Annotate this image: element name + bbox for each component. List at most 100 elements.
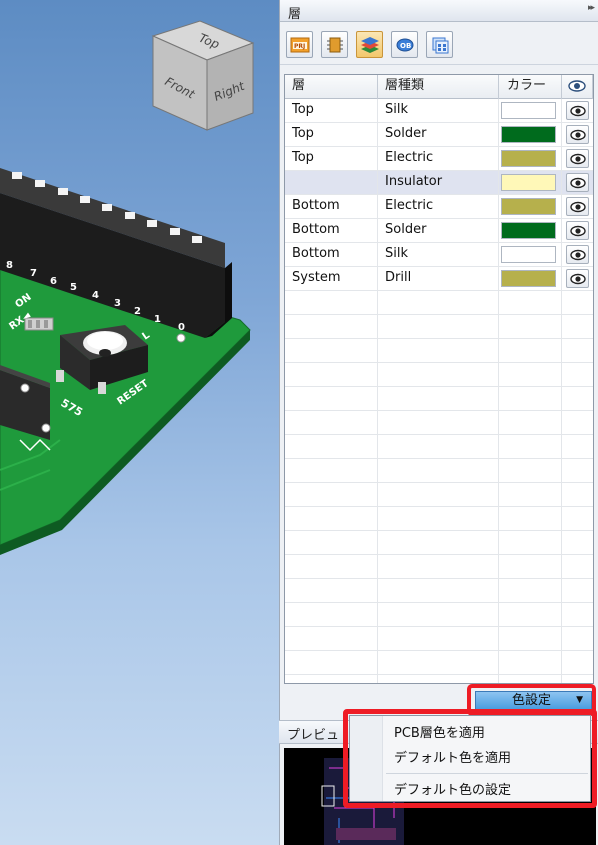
empty-table-row [285,507,593,531]
table-row[interactable]: Top Silk [285,99,593,123]
layers-button[interactable] [356,31,383,58]
empty-cell [285,579,378,603]
row-layer [285,171,378,195]
empty-table-row [285,339,593,363]
table-header: 層 層種類 カラー [285,75,593,99]
row-layer: Top [285,147,378,171]
visibility-toggle[interactable] [566,245,589,264]
color-settings-menu: PCB層色を適用 デフォルト色を適用 デフォルト色の設定 [349,715,591,802]
menu-item-apply-pcb-colors[interactable]: PCB層色を適用 [394,722,485,741]
empty-cell [499,531,562,555]
row-color[interactable] [499,195,562,219]
empty-cell [562,555,593,579]
visibility-toggle[interactable] [566,149,589,168]
table-row[interactable]: Bottom Solder [285,219,593,243]
empty-cell [562,363,593,387]
empty-table-row [285,675,593,683]
empty-cell [499,675,562,683]
empty-cell [285,363,378,387]
header-layer-type[interactable]: 層種類 [378,75,499,99]
table-row[interactable]: Top Solder [285,123,593,147]
table-row[interactable]: System Drill [285,267,593,291]
empty-cell [562,579,593,603]
3d-viewport[interactable]: 8 7 6 5 4 3 2 1 0 RESET RX◄ ON L 575 Top… [0,0,279,845]
prj-button[interactable]: PRJ [286,31,313,58]
row-type: Electric [378,147,499,171]
header-visibility[interactable] [562,75,593,99]
empty-cell [378,291,499,315]
row-visibility [562,267,593,291]
empty-cell [499,579,562,603]
collapse-panel-icon[interactable]: ▸▸ [588,3,595,13]
color-swatch[interactable] [501,270,556,287]
eye-icon [569,129,586,140]
table-row[interactable]: Bottom Silk [285,243,593,267]
header-layer[interactable]: 層 [285,75,378,99]
empty-cell [499,339,562,363]
row-color[interactable] [499,243,562,267]
row-color[interactable] [499,171,562,195]
chip-icon [326,37,343,52]
eye-icon [569,273,586,284]
visibility-toggle[interactable] [566,221,589,240]
dropdown-arrow-icon: ▼ [576,695,583,705]
row-color[interactable] [499,99,562,123]
grid-button[interactable] [426,31,453,58]
color-swatch[interactable] [501,198,556,215]
empty-cell [499,459,562,483]
empty-cell [285,507,378,531]
visibility-toggle[interactable] [566,125,589,144]
empty-table-row [285,411,593,435]
color-swatch[interactable] [501,222,556,239]
color-swatch[interactable] [501,126,556,143]
empty-cell [285,339,378,363]
empty-table-row [285,435,593,459]
color-swatch[interactable] [501,174,556,191]
color-swatch[interactable] [501,102,556,119]
menu-separator [386,773,588,774]
color-settings-button[interactable]: 色設定 ▼ [475,691,592,710]
visibility-toggle[interactable] [566,101,589,120]
row-color[interactable] [499,147,562,171]
svg-text:3: 3 [114,298,121,309]
empty-cell [378,459,499,483]
menu-item-apply-default-colors[interactable]: デフォルト色を適用 [394,747,511,766]
empty-table-row [285,483,593,507]
od-button[interactable]: OB [391,31,418,58]
table-row[interactable]: Insulator [285,171,593,195]
visibility-toggle[interactable] [566,269,589,288]
empty-cell [378,435,499,459]
header-color[interactable]: カラー [499,75,562,99]
color-swatch[interactable] [501,246,556,263]
empty-cell [499,651,562,675]
empty-cell [562,459,593,483]
empty-cell [285,411,378,435]
layer-toolbar: PRJ OB [280,23,598,65]
table-row[interactable]: Bottom Electric [285,195,593,219]
table-row[interactable]: Top Electric [285,147,593,171]
empty-cell [562,603,593,627]
chip-button[interactable] [321,31,348,58]
row-layer: System [285,267,378,291]
view-cube[interactable]: Top Front Right [150,18,279,148]
visibility-toggle[interactable] [566,173,589,192]
empty-table-row [285,579,593,603]
color-swatch[interactable] [501,150,556,167]
row-color[interactable] [499,123,562,147]
empty-cell [378,507,499,531]
empty-table-row [285,459,593,483]
empty-cell [562,507,593,531]
visibility-toggle[interactable] [566,197,589,216]
empty-cell [562,675,593,683]
empty-cell [562,291,593,315]
menu-item-default-color-settings[interactable]: デフォルト色の設定 [394,779,511,798]
empty-cell [499,483,562,507]
empty-table-row [285,651,593,675]
row-color[interactable] [499,267,562,291]
empty-cell [285,483,378,507]
row-type: Solder [378,123,499,147]
svg-text:6: 6 [50,276,57,287]
row-color[interactable] [499,219,562,243]
row-layer: Bottom [285,219,378,243]
empty-table-row [285,291,593,315]
